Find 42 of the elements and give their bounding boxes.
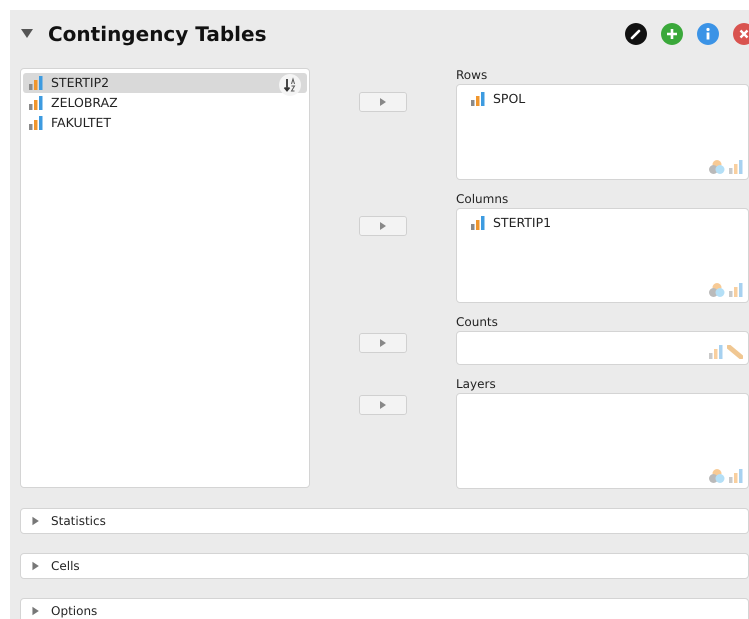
bar-chart-icon — [29, 96, 43, 110]
info-icon[interactable] — [697, 23, 719, 45]
target-label: Counts — [456, 314, 499, 331]
bar-chart-icon — [729, 469, 743, 483]
ruler-icon — [727, 345, 743, 359]
add-icon[interactable] — [661, 23, 683, 45]
bar-chart-icon — [471, 92, 485, 106]
target-label: Columns — [456, 191, 510, 208]
expand-caret-icon[interactable] — [31, 561, 41, 571]
circles-icon — [709, 283, 725, 297]
variable-item[interactable]: ZELOBRAZ — [23, 93, 307, 113]
section-header[interactable]: Statistics — [20, 508, 749, 534]
sort-icon[interactable] — [279, 74, 301, 96]
bar-chart-icon — [29, 116, 43, 130]
circles-icon — [709, 160, 725, 174]
expand-caret-icon[interactable] — [31, 516, 41, 526]
variable-item[interactable]: STERTIP2 — [23, 73, 307, 93]
move-arrow-button[interactable] — [359, 216, 407, 236]
bar-chart-icon — [729, 283, 743, 297]
bar-chart-icon — [709, 345, 723, 359]
arrow-right-icon — [379, 98, 387, 106]
target-label: Layers — [456, 376, 497, 393]
move-arrow-button[interactable] — [359, 92, 407, 112]
variable-item[interactable]: STERTIP1 — [465, 213, 740, 233]
move-arrow-button[interactable] — [359, 395, 407, 415]
section-header[interactable]: Cells — [20, 553, 749, 579]
variable-item[interactable]: FAKULTET — [23, 113, 307, 133]
bar-chart-icon — [729, 160, 743, 174]
variable-item[interactable]: SPOL — [465, 89, 740, 109]
edit-icon[interactable] — [625, 23, 647, 45]
arrow-right-icon — [379, 401, 387, 409]
arrow-right-icon — [379, 222, 387, 230]
close-icon[interactable] — [733, 23, 749, 45]
section-header[interactable]: Options — [20, 598, 749, 619]
circles-icon — [709, 469, 725, 483]
move-arrow-button[interactable] — [359, 333, 407, 353]
bar-chart-icon — [29, 76, 43, 90]
arrow-right-icon — [379, 339, 387, 347]
panel-title: Contingency Tables — [48, 21, 266, 48]
expand-caret-icon[interactable] — [31, 606, 41, 616]
bar-chart-icon — [471, 216, 485, 230]
target-label: Rows — [456, 67, 488, 84]
